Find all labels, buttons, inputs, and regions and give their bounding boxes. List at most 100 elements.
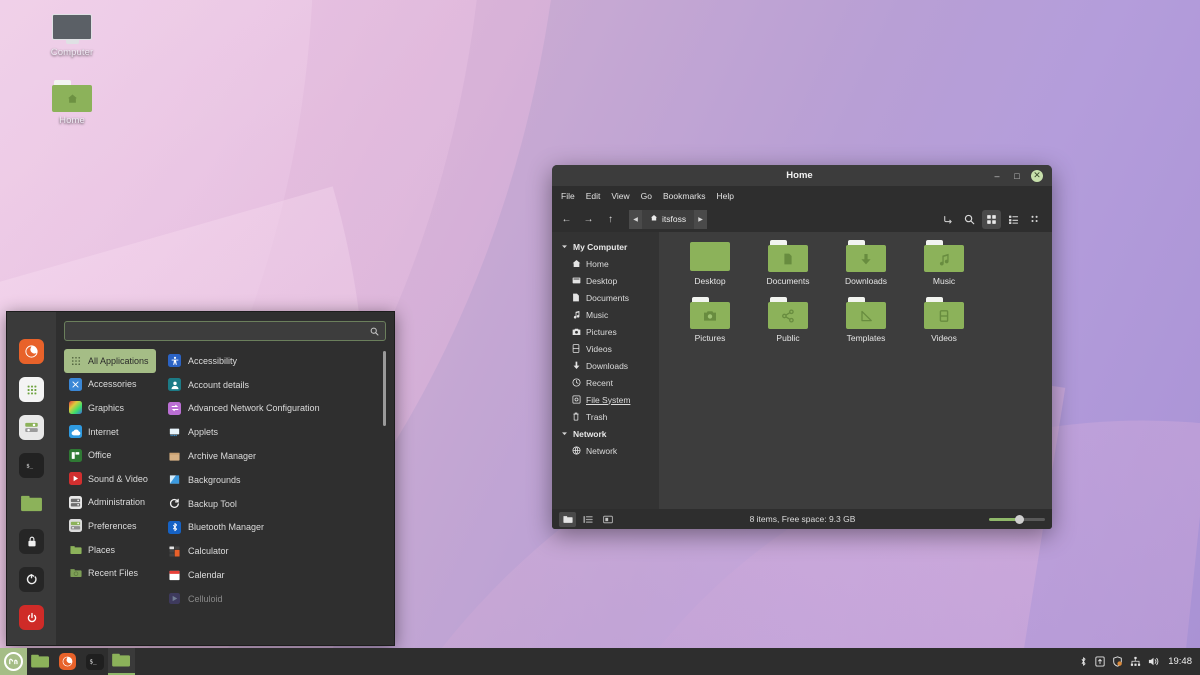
zoom-slider-handle[interactable] bbox=[1015, 515, 1024, 524]
sidebar-item-recent[interactable]: Recent bbox=[552, 374, 659, 391]
file-item-label: Music bbox=[932, 276, 956, 286]
menubar-item-view[interactable]: View bbox=[611, 191, 629, 201]
menu-category-sound-video[interactable]: Sound & Video bbox=[64, 467, 156, 491]
clock[interactable]: 19:48 bbox=[1168, 656, 1192, 667]
sidebar-header-network[interactable]: Network bbox=[552, 425, 659, 442]
menu-category-all-applications[interactable]: All Applications bbox=[64, 349, 156, 373]
security-shield-tray-icon[interactable] bbox=[1112, 656, 1123, 667]
menu-search-box[interactable] bbox=[64, 321, 386, 341]
sidebar-item-pictures[interactable]: Pictures bbox=[552, 323, 659, 340]
breadcrumb-prev-button[interactable]: ◀ bbox=[629, 209, 642, 229]
menu-category-administration[interactable]: Administration bbox=[64, 491, 156, 515]
treeview-toggle-icon[interactable] bbox=[579, 512, 596, 527]
update-manager-tray-icon[interactable] bbox=[1095, 656, 1105, 667]
sidebar-item-desktop[interactable]: Desktop bbox=[552, 272, 659, 289]
menu-app-celluloid[interactable]: Celluloid bbox=[166, 587, 394, 611]
file-item-templates[interactable]: Templates bbox=[827, 297, 905, 343]
breadcrumb-item-itsfoss[interactable]: itsfoss bbox=[642, 209, 695, 229]
menu-app-backgrounds[interactable]: Backgrounds bbox=[166, 468, 394, 492]
zoom-slider[interactable] bbox=[989, 513, 1045, 525]
menu-app-calendar[interactable]: Calendar bbox=[166, 563, 394, 587]
menu-category-accessories[interactable]: Accessories bbox=[64, 373, 156, 397]
split-pane-icon[interactable] bbox=[599, 512, 616, 527]
sidebar-item-videos[interactable]: Videos bbox=[552, 340, 659, 357]
icon-view-icon[interactable] bbox=[982, 209, 1001, 229]
search-icon[interactable] bbox=[960, 210, 979, 229]
bluetooth-tray-icon[interactable] bbox=[1079, 656, 1088, 667]
firefox-launcher[interactable] bbox=[54, 648, 81, 675]
menu-category-internet[interactable]: Internet bbox=[64, 420, 156, 444]
window-button-home[interactable] bbox=[108, 648, 135, 675]
terminal-icon[interactable]: $_ bbox=[19, 453, 44, 478]
file-item-music[interactable]: Music bbox=[905, 240, 983, 286]
menubar-item-help[interactable]: Help bbox=[717, 191, 734, 201]
menu-app-backup-tool[interactable]: Backup Tool bbox=[166, 492, 394, 516]
window-titlebar[interactable]: Home – □ ✕ bbox=[552, 165, 1052, 186]
menu-app-applets[interactable]: Applets bbox=[166, 420, 394, 444]
lock-screen-icon[interactable] bbox=[19, 529, 44, 554]
menu-category-preferences[interactable]: Preferences bbox=[64, 514, 156, 538]
file-item-videos[interactable]: Videos bbox=[905, 297, 983, 343]
close-button[interactable]: ✕ bbox=[1027, 165, 1047, 186]
sidebar-header-my-computer[interactable]: My Computer bbox=[552, 238, 659, 255]
menu-app-archive-manager[interactable]: Archive Manager bbox=[166, 444, 394, 468]
search-input[interactable] bbox=[71, 325, 370, 337]
file-item-desktop[interactable]: Desktop bbox=[671, 240, 749, 286]
sidebar-item-music[interactable]: Music bbox=[552, 306, 659, 323]
menu-category-office[interactable]: Office bbox=[64, 443, 156, 467]
forward-button[interactable]: → bbox=[579, 210, 598, 229]
quit-icon[interactable] bbox=[19, 605, 44, 630]
firefox-icon[interactable] bbox=[19, 339, 44, 364]
list-view-icon[interactable] bbox=[1004, 210, 1023, 229]
menu-app-accessibility[interactable]: Accessibility bbox=[166, 349, 394, 373]
calculator-icon bbox=[168, 545, 181, 558]
sidebar-item-trash[interactable]: Trash bbox=[552, 408, 659, 425]
files-launcher[interactable] bbox=[27, 648, 54, 675]
file-icon-view[interactable]: Desktop Documents Downloads Music Pictures Pu… bbox=[659, 232, 1052, 509]
compact-view-icon[interactable] bbox=[1026, 210, 1045, 229]
menu-app-advanced-network-configuration[interactable]: Advanced Network Configuration bbox=[166, 397, 394, 421]
menu-app-calculator[interactable]: Calculator bbox=[166, 539, 394, 563]
file-item-documents[interactable]: Documents bbox=[749, 240, 827, 286]
menu-category-graphics[interactable]: Graphics bbox=[64, 396, 156, 420]
toggle-location-entry-icon[interactable] bbox=[938, 210, 957, 229]
software-manager-icon[interactable] bbox=[19, 377, 44, 402]
logout-icon[interactable] bbox=[19, 567, 44, 592]
minimize-button[interactable]: – bbox=[987, 165, 1007, 186]
file-manager-window[interactable]: Home – □ ✕ File Edit View Go Bookmarks H… bbox=[552, 165, 1052, 529]
up-button[interactable]: ↑ bbox=[601, 210, 620, 229]
mint-menu-button[interactable] bbox=[0, 648, 27, 675]
files-icon[interactable] bbox=[19, 491, 44, 516]
system-settings-icon[interactable] bbox=[19, 415, 44, 440]
menubar-item-edit[interactable]: Edit bbox=[586, 191, 601, 201]
terminal-launcher[interactable]: $_ bbox=[81, 648, 108, 675]
sidebar-item-home[interactable]: Home bbox=[552, 255, 659, 272]
desktop-icon-computer[interactable]: Computer bbox=[33, 14, 111, 58]
maximize-button[interactable]: □ bbox=[1007, 165, 1027, 186]
app-list-scrollbar[interactable] bbox=[383, 351, 386, 426]
sidebar-item-file-system[interactable]: File System bbox=[552, 391, 659, 408]
menubar-item-file[interactable]: File bbox=[561, 191, 575, 201]
menu-category-places[interactable]: Places bbox=[64, 538, 156, 562]
menu-app-bluetooth-manager[interactable]: Bluetooth Manager bbox=[166, 516, 394, 540]
file-item-downloads[interactable]: Downloads bbox=[827, 240, 905, 286]
sidebar-item-downloads[interactable]: Downloads bbox=[552, 357, 659, 374]
file-item-public[interactable]: Public bbox=[749, 297, 827, 343]
menubar: File Edit View Go Bookmarks Help bbox=[552, 186, 1052, 206]
menu-category-recent-files[interactable]: Recent Files bbox=[64, 561, 156, 585]
menubar-item-go[interactable]: Go bbox=[641, 191, 652, 201]
breadcrumb-next-button[interactable]: ▶ bbox=[694, 209, 708, 229]
volume-tray-icon[interactable] bbox=[1148, 656, 1160, 667]
menu-shortcut-rail: $_ bbox=[7, 312, 56, 645]
network-tray-icon[interactable] bbox=[1130, 656, 1141, 667]
menu-app-account-details[interactable]: Account details bbox=[166, 373, 394, 397]
sidebar-item-network[interactable]: Network bbox=[552, 442, 659, 459]
desktop-icon-home[interactable]: Home bbox=[33, 80, 111, 126]
file-item-pictures[interactable]: Pictures bbox=[671, 297, 749, 343]
places-toggle-icon[interactable] bbox=[559, 511, 576, 527]
menubar-item-bookmarks[interactable]: Bookmarks bbox=[663, 191, 706, 201]
back-button[interactable]: ← bbox=[557, 210, 576, 229]
application-menu[interactable]: $_ All Applications Accessories Graphics… bbox=[6, 311, 395, 646]
sidebar-item-documents[interactable]: Documents bbox=[552, 289, 659, 306]
search-icon[interactable] bbox=[370, 327, 379, 336]
